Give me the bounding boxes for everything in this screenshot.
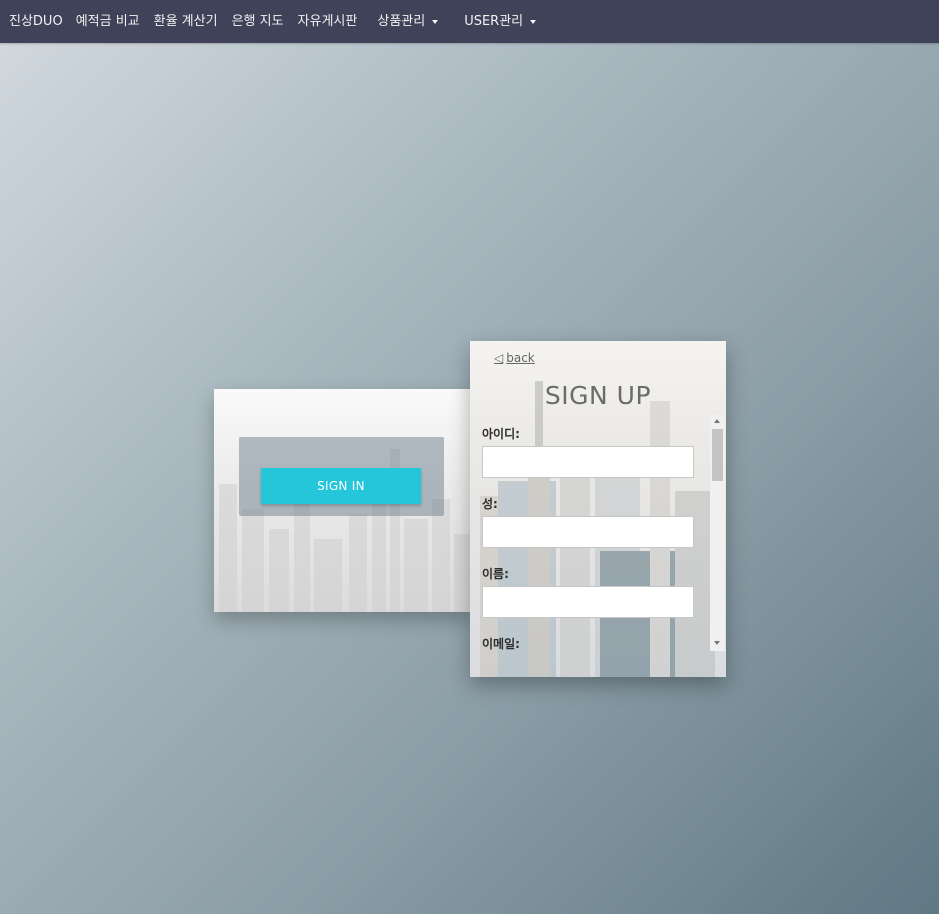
chevron-down-icon — [530, 19, 537, 24]
nav-dropdown-user-admin-label: USER관리 — [464, 14, 524, 29]
back-label: back — [506, 351, 535, 365]
brand-link[interactable]: 진상DUO — [0, 0, 69, 43]
chevron-down-icon — [432, 19, 439, 24]
top-navbar: 진상DUO 예적금 비교 환율 계산기 은행 지도 자유게시판 상품관리 USE… — [0, 0, 939, 43]
signin-card: SIGN IN — [214, 389, 472, 612]
back-link[interactable]: ◁ back — [494, 351, 535, 365]
back-arrow-icon: ◁ — [494, 351, 504, 365]
scroll-thumb[interactable] — [712, 429, 723, 481]
nav-dropdown-product-admin[interactable]: 상품관리 — [364, 0, 451, 43]
last-name-label: 성: — [482, 497, 498, 511]
form-scrollbar[interactable] — [710, 415, 725, 651]
nav-item-deposit-compare[interactable]: 예적금 비교 — [69, 0, 147, 43]
last-name-input[interactable] — [482, 516, 694, 548]
scroll-up-icon[interactable] — [714, 419, 720, 423]
signup-form: 아이디: 성: 이름: 이메일: — [482, 426, 712, 651]
nav-item-bank-map[interactable]: 은행 지도 — [225, 0, 291, 43]
first-name-label: 이름: — [482, 567, 509, 581]
nav-item-free-board[interactable]: 자유게시판 — [291, 0, 365, 43]
signin-panel: SIGN IN — [239, 437, 444, 516]
signup-card: ◁ back SIGN UP 아이디: 성: 이름: 이메일: — [470, 341, 726, 677]
sign-in-button[interactable]: SIGN IN — [261, 468, 421, 504]
scroll-down-icon[interactable] — [714, 641, 720, 645]
username-input[interactable] — [482, 446, 694, 478]
nav-dropdown-user-admin[interactable]: USER관리 — [451, 0, 549, 43]
nav-dropdown-product-admin-label: 상품관리 — [377, 14, 426, 29]
first-name-input[interactable] — [482, 586, 694, 618]
signup-title-text: SIGN UP — [544, 381, 652, 410]
email-label: 이메일: — [482, 637, 520, 651]
signup-title: SIGN UP — [470, 381, 726, 410]
nav-item-exchange-calculator[interactable]: 환율 계산기 — [147, 0, 225, 43]
username-label: 아이디: — [482, 427, 520, 441]
